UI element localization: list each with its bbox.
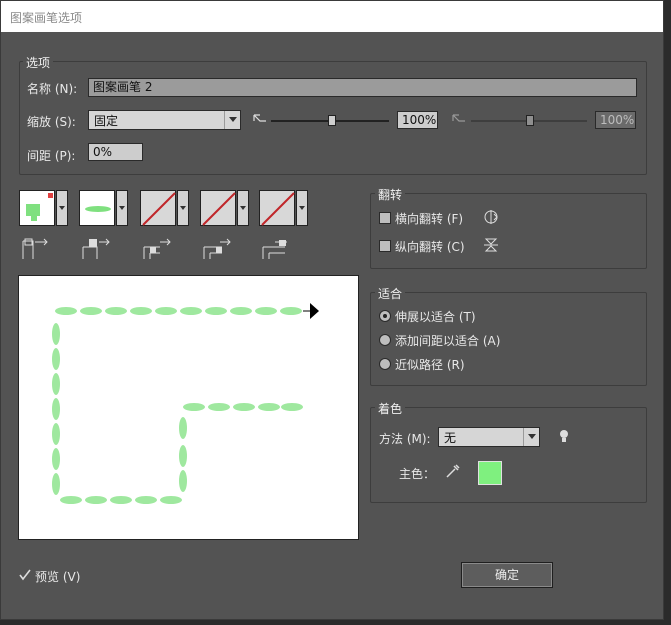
- flip-horizontal-icon: [484, 210, 498, 224]
- side-tile-preview: [19, 190, 55, 226]
- inner-corner-tile[interactable]: [140, 190, 192, 226]
- scale-max-value-field: 100%: [595, 111, 636, 129]
- fit-approximate-radio[interactable]: [379, 358, 391, 370]
- preview-label: 预览 (V): [35, 570, 81, 584]
- chevron-down-icon[interactable]: [296, 190, 308, 226]
- fit-add-space-radio[interactable]: [379, 334, 391, 346]
- scale-select[interactable]: 固定: [88, 110, 241, 130]
- name-label: 名称 (N):: [27, 82, 78, 96]
- fit-stretch-radio[interactable]: [379, 310, 391, 322]
- end-tile-preview: [259, 190, 295, 226]
- method-select-value: 无: [444, 431, 457, 445]
- scale-select-value: 固定: [94, 114, 119, 128]
- fit-approximate-label: 近似路径 (R): [395, 358, 465, 372]
- inner-corner-tile-preview: [140, 190, 176, 226]
- fit-stretch-label: 伸展以适合 (T): [395, 310, 476, 324]
- preview-checkbox[interactable]: [19, 569, 31, 581]
- options-group-label: 选项: [23, 54, 54, 71]
- fit-add-space-label: 添加间距以适合 (A): [395, 334, 501, 348]
- flip-vertical-icon: [484, 238, 498, 252]
- flip-vertical-label: 纵向翻转 (C): [395, 240, 465, 254]
- title-bar[interactable]: 图案画笔选项: [1, 1, 663, 32]
- outer-corner-tile-icon: [82, 238, 110, 259]
- eyedropper-icon[interactable]: [444, 462, 462, 480]
- chevron-down-icon[interactable]: [116, 190, 128, 226]
- flip-group-label: 翻转: [375, 186, 406, 203]
- flip-vertical-checkbox[interactable]: [379, 240, 391, 252]
- side-tile[interactable]: [19, 190, 71, 226]
- method-select[interactable]: 无: [438, 427, 540, 447]
- flip-group: [370, 193, 647, 269]
- pattern-brush-options-dialog: 图案画笔选项 选项 名称 (N): 图案画笔 2 缩放 (S): 固定 100%…: [0, 0, 664, 620]
- chevron-down-icon: [523, 428, 539, 446]
- flip-horizontal-label: 横向翻转 (F): [395, 212, 464, 226]
- chevron-down-icon[interactable]: [177, 190, 189, 226]
- name-field[interactable]: 图案画笔 2: [88, 78, 637, 97]
- start-tile[interactable]: [200, 190, 252, 226]
- inner-corner-tile-icon: [143, 238, 171, 259]
- scale-label: 缩放 (S):: [27, 115, 76, 129]
- spacing-field[interactable]: 0%: [88, 143, 143, 161]
- window-title: 图案画笔选项: [10, 11, 83, 25]
- outer-corner-tile-preview: [79, 190, 115, 226]
- scale-max-slider-knob: [526, 115, 534, 126]
- ok-button[interactable]: 确定: [461, 562, 553, 588]
- method-label: 方法 (M):: [379, 432, 431, 446]
- key-color-swatch[interactable]: [478, 461, 502, 485]
- checkmark-icon: [19, 569, 31, 581]
- start-tile-preview: [200, 190, 236, 226]
- spacing-label: 间距 (P):: [27, 149, 76, 163]
- brush-preview-canvas: [18, 275, 359, 540]
- colorization-group: [370, 407, 647, 503]
- chevron-down-icon[interactable]: [237, 190, 249, 226]
- scale-small-icon: [253, 114, 266, 122]
- end-tile-icon: [262, 240, 287, 259]
- colorization-group-label: 着色: [375, 400, 406, 417]
- side-tile-icon: [22, 238, 48, 259]
- outer-corner-tile[interactable]: [79, 190, 131, 226]
- scale-large-icon: [452, 114, 465, 122]
- key-color-label: 主色：: [399, 467, 436, 481]
- chevron-down-icon[interactable]: [56, 190, 68, 226]
- brush-preview-path: [52, 303, 319, 504]
- chevron-down-icon: [224, 111, 240, 129]
- scale-value-field[interactable]: 100%: [397, 111, 438, 129]
- lightbulb-icon[interactable]: [557, 428, 571, 444]
- fit-group-label: 适合: [375, 285, 406, 302]
- end-tile[interactable]: [259, 190, 311, 226]
- start-tile-icon: [203, 238, 231, 259]
- flip-horizontal-checkbox[interactable]: [379, 212, 391, 224]
- scale-slider-knob[interactable]: [328, 115, 336, 126]
